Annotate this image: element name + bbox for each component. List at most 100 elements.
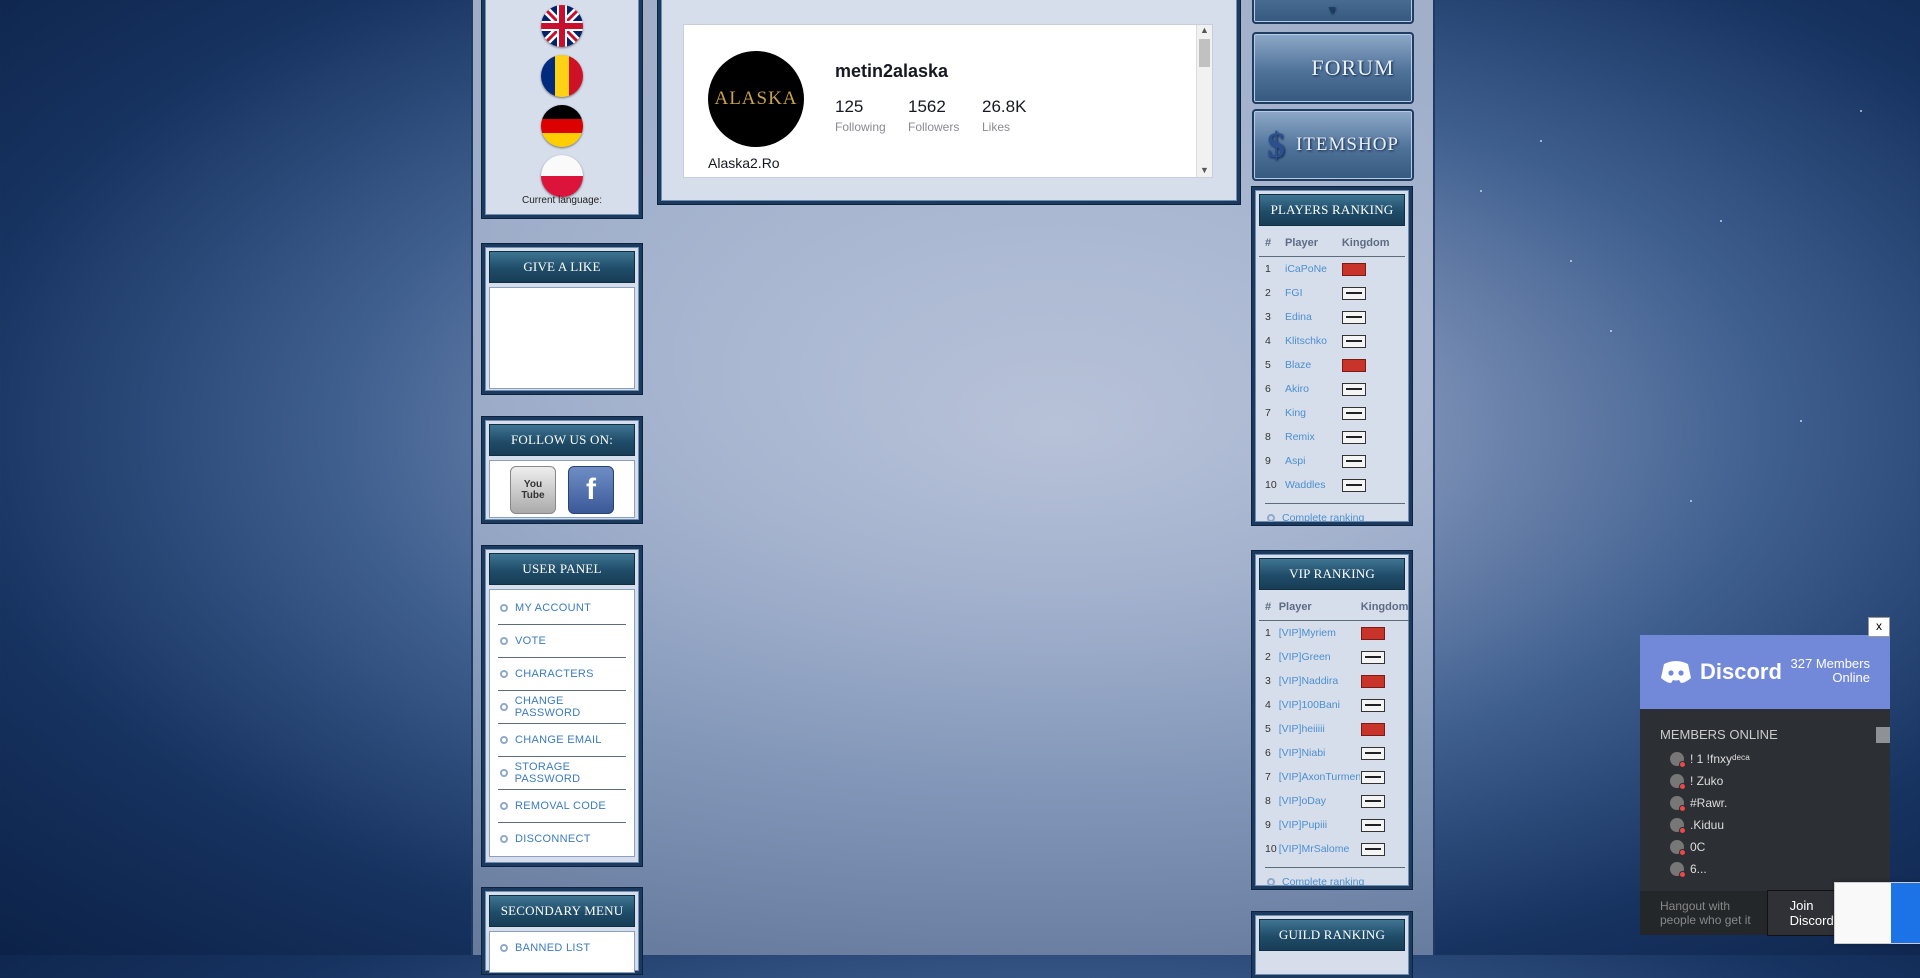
forum-button[interactable]: FORUM [1252,32,1414,104]
menu-vote[interactable]: VOTE [498,625,626,658]
vip-ranking-title: VIP RANKING [1259,558,1405,590]
scroll-thumb[interactable] [1199,39,1210,67]
bullet-icon [500,604,508,612]
kingdom-cell [1360,693,1409,717]
discord-member[interactable]: 6... [1670,858,1890,880]
give-like-title: GIVE A LIKE [489,251,635,283]
player-name[interactable]: Blaze [1284,353,1341,377]
player-name[interactable]: FGI [1284,281,1341,305]
tiktok-username[interactable]: metin2alaska [835,61,948,82]
bullet-icon [500,703,508,711]
player-name[interactable]: [VIP]Myriem [1278,621,1360,646]
kingdom-cell [1341,377,1405,401]
table-row: 4 [VIP]100Bani [1259,693,1409,717]
menu-my-account[interactable]: MY ACCOUNT [498,592,626,625]
player-name[interactable]: Akiro [1284,377,1341,401]
menu-change-email[interactable]: CHANGE EMAIL [498,724,626,757]
player-name[interactable]: Aspi [1284,449,1341,473]
player-name[interactable]: [VIP]Green [1278,645,1360,669]
top-banner-button[interactable]: ▼ [1252,0,1414,24]
youtube-label: You Tube [521,479,545,501]
vip-complete-ranking-link[interactable]: Complete ranking [1265,867,1405,886]
menu-change-password[interactable]: CHANGE PASSWORD [498,691,626,724]
table-row: 7 King [1259,401,1405,425]
uk-flag-icon[interactable] [541,5,583,47]
member-name: 6... [1690,862,1707,876]
menu-characters[interactable]: CHARACTERS [498,658,626,691]
avatar [1670,818,1686,834]
player-name[interactable]: iCaPoNe [1284,257,1341,282]
follow-box: FOLLOW US ON: You Tube f [482,417,642,523]
kingdom-flag-icon [1341,286,1366,300]
scroll-up-icon[interactable]: ▲ [1197,25,1212,35]
user-panel-menu: MY ACCOUNT VOTE CHARACTERS CHANGE PASSWO… [489,589,635,857]
secondary-menu-title: SECONDARY MENU [489,895,635,927]
discord-member[interactable]: .Kiduu [1670,814,1890,836]
stat-value: 1562 [908,97,946,116]
kingdom-cell [1341,329,1405,353]
itemshop-button[interactable]: $ ITEMSHOP [1252,109,1414,181]
guild-ranking-title: GUILD RANKING [1259,919,1405,951]
table-row: 7 [VIP]AxonTurmenti [1259,765,1409,789]
poland-flag-icon[interactable] [541,155,583,197]
players-complete-ranking-link[interactable]: Complete ranking [1265,503,1405,522]
player-name[interactable]: Waddles [1284,473,1341,497]
vip-ranking-rows: 1 [VIP]Myriem 2 [VIP]Green 3 [VIP]Naddira 4 [VI… [1259,621,1409,862]
player-name[interactable]: [VIP]Pupiii [1278,813,1360,837]
player-name[interactable]: [VIP]Niabi [1278,741,1360,765]
player-name[interactable]: [VIP]100Bani [1278,693,1360,717]
players-ranking-body: # Player Kingdom 1 iCaPoNe 2 FGI 3 Edina 4 Klit… [1259,230,1405,522]
player-name[interactable]: [VIP]AxonTurmenti [1278,765,1360,789]
facebook-icon[interactable]: f [568,466,614,514]
player-name[interactable]: Remix [1284,425,1341,449]
avatar [1670,774,1686,790]
give-like-content [489,287,635,389]
avatar [1670,796,1686,812]
col-player: Player [1284,230,1341,257]
player-name[interactable]: [VIP]Naddira [1278,669,1360,693]
table-row: 4 Klitschko [1259,329,1405,353]
bullet-icon [500,802,508,810]
table-row: 10 Waddles [1259,473,1405,497]
menu-storage-password[interactable]: STORAGE PASSWORD [498,757,626,790]
scroll-down-icon[interactable]: ▼ [1197,165,1212,175]
discord-member[interactable]: #Rawr. [1670,792,1890,814]
kingdom-cell [1341,473,1405,497]
tiktok-avatar[interactable]: ALASKA [708,51,804,147]
rank-number: 6 [1265,383,1271,395]
discord-member[interactable]: ! Zuko [1670,770,1890,792]
discord-scroll-thumb[interactable] [1876,727,1890,743]
discord-member[interactable]: 0C [1670,836,1890,858]
player-name[interactable]: Edina [1284,305,1341,329]
stat-label: Likes [982,120,1011,134]
bullet-icon [500,637,508,645]
recaptcha-badge[interactable] [1834,882,1920,944]
player-name[interactable]: [VIP]MrSalome [1278,837,1360,861]
youtube-icon[interactable]: You Tube [510,466,556,514]
kingdom-flag-icon [1341,454,1366,468]
kingdom-flag-icon [1341,262,1366,276]
player-name[interactable]: [VIP]oDay [1278,789,1360,813]
germany-flag-icon[interactable] [541,105,583,147]
tiktok-embed[interactable]: ALASKA metin2alaska 125 Following 1562 F… [683,24,1213,178]
player-name[interactable]: King [1284,401,1341,425]
kingdom-cell [1341,257,1405,282]
discord-logo[interactable]: Discord [1660,659,1782,685]
menu-disconnect[interactable]: DISCONNECT [498,823,626,855]
avatar [1670,862,1686,878]
discord-member[interactable]: ! 1 !fnxyᵈᵉᶜᵃ [1670,748,1890,770]
tiktok-scrollbar[interactable]: ▲ ▼ [1196,25,1212,177]
col-rank: # [1259,230,1284,257]
table-row: 3 Edina [1259,305,1405,329]
romania-flag-icon[interactable] [541,55,583,97]
menu-removal-code[interactable]: REMOVAL CODE [498,790,626,823]
bullet-icon [1267,878,1275,886]
follow-title: FOLLOW US ON: [489,424,635,456]
player-name[interactable]: [VIP]heiiiii [1278,717,1360,741]
player-name[interactable]: Klitschko [1284,329,1341,353]
rank-number: 2 [1265,651,1271,663]
member-name: ! 1 !fnxyᵈᵉᶜᵃ [1690,752,1750,766]
table-row: 1 [VIP]Myriem [1259,621,1409,646]
close-icon[interactable]: x [1868,617,1890,637]
menu-banned-list[interactable]: BANNED LIST [498,932,626,964]
